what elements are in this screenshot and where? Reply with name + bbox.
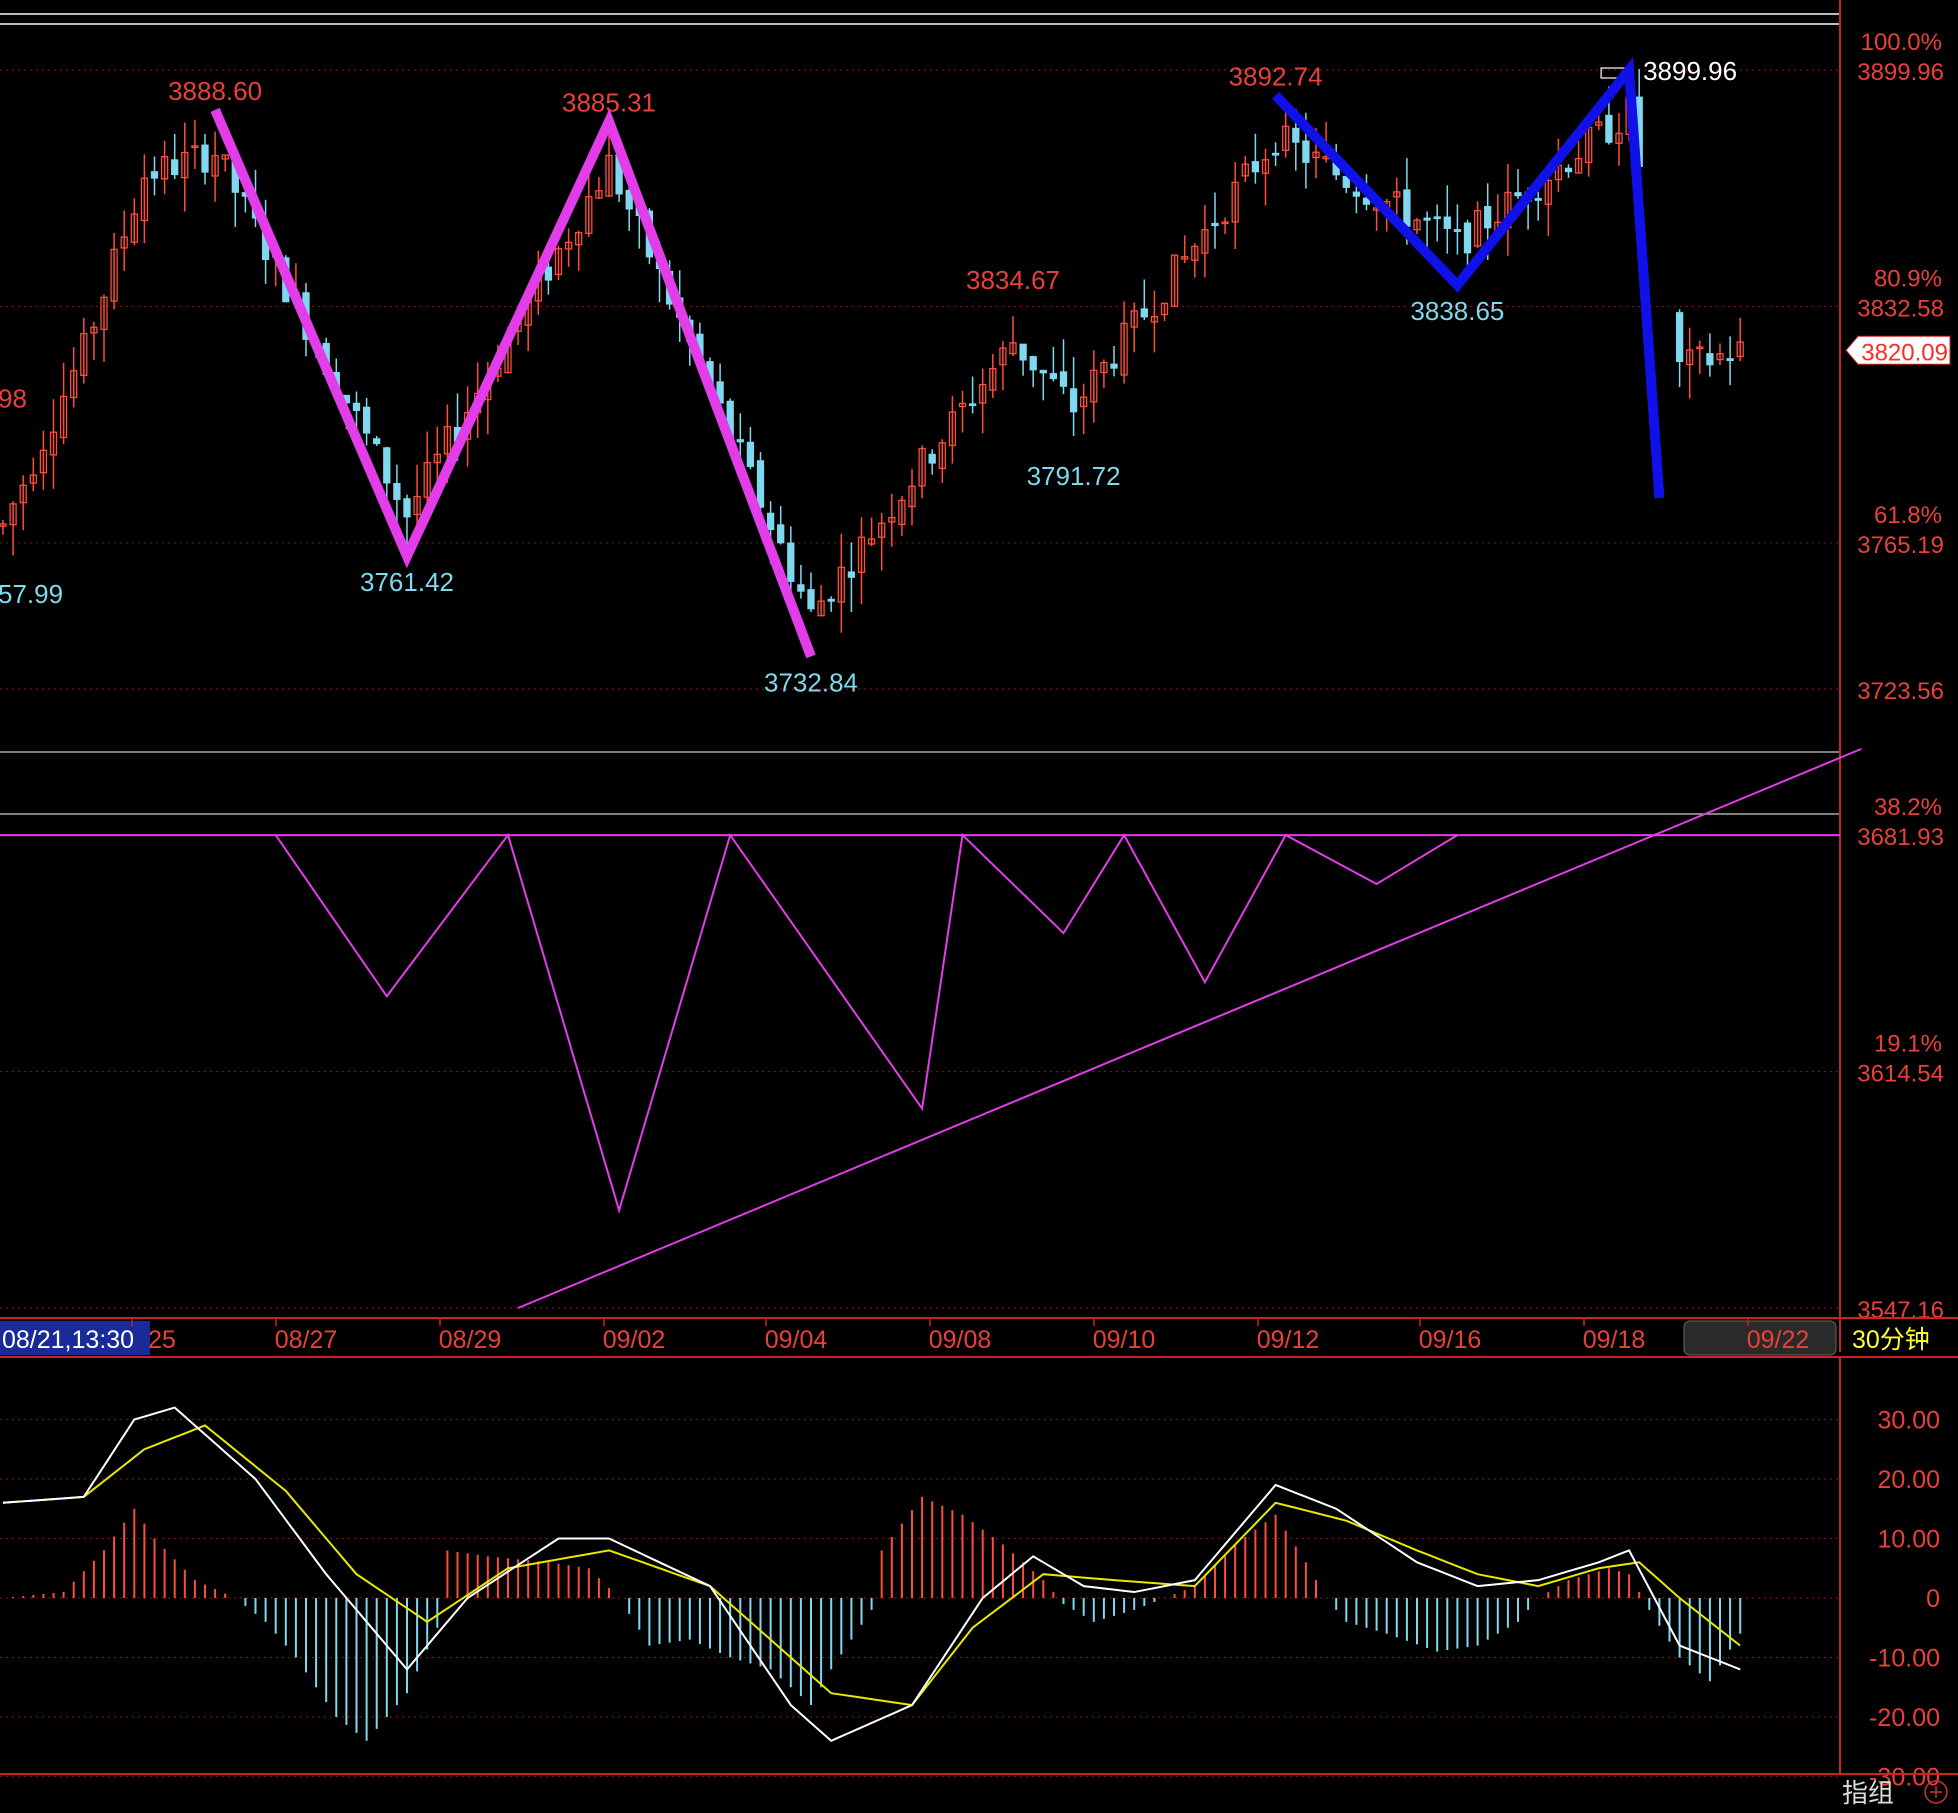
pivot-label: 3892.74 — [1229, 61, 1323, 91]
candle-body — [150, 171, 159, 179]
candle-body — [403, 498, 411, 518]
candle-body — [1675, 312, 1684, 363]
candle-body — [544, 266, 553, 281]
price-level-value: 3547.16 — [1857, 1297, 1944, 1324]
candle-body — [1110, 363, 1118, 369]
candle-body — [1019, 343, 1027, 361]
candle-body — [968, 403, 977, 407]
x-tick-label: 08/29 — [439, 1326, 502, 1354]
price-level-percent: 61.8% — [1874, 502, 1942, 529]
pivot-label: 3899.96 — [1643, 56, 1737, 86]
timeframe-label: 30分钟 — [1852, 1326, 1930, 1354]
candle-body — [807, 589, 815, 610]
candle-body — [1443, 216, 1451, 229]
x-tick-label: 25 — [148, 1326, 176, 1354]
candle-body — [1292, 127, 1300, 143]
pivot-label: 3838.65 — [1410, 296, 1504, 326]
candle-body — [1403, 189, 1411, 227]
candle-body — [1211, 222, 1219, 227]
x-tick-label: 09/18 — [1583, 1326, 1646, 1354]
candle-body — [1251, 161, 1260, 173]
price-level-value: 3832.58 — [1857, 295, 1944, 322]
macd-tick-label: 0 — [1926, 1585, 1940, 1613]
price-level-value: 3681.93 — [1857, 824, 1944, 851]
candle-body — [1726, 358, 1734, 362]
candle-body — [756, 460, 765, 508]
indicator-group-label: 指组 — [1842, 1778, 1894, 1808]
candle-body — [1059, 371, 1068, 387]
chart-root: 100.0% 3899.96 80.9% 3832.58 61.8% 3765.19 372… — [0, 0, 1958, 1808]
pivot-label: 57.99 — [0, 579, 63, 609]
candle-body — [171, 159, 179, 176]
macd-tick-label: 10.00 — [1877, 1526, 1940, 1554]
current-price-label: 3820.09 — [1861, 339, 1948, 366]
x-tick-label: 08/27 — [275, 1326, 338, 1354]
pivot-label: 3732.84 — [764, 667, 858, 697]
x-start-label: 08/21,13:30 — [2, 1326, 134, 1354]
candle-body — [1271, 152, 1280, 156]
stock-chart-svg[interactable]: 100.0% 3899.96 80.9% 3832.58 61.8% 3765.19 372… — [0, 0, 1958, 1808]
price-level-value: 3899.96 — [1857, 59, 1944, 86]
candle-body — [201, 144, 209, 173]
price-level-percent: 19.1% — [1874, 1031, 1942, 1058]
x-tick-label: 09/12 — [1257, 1326, 1320, 1354]
candle-body — [1029, 356, 1037, 371]
candle-body — [827, 598, 835, 602]
pivot-label: 3834.67 — [966, 265, 1060, 295]
pivot-label: 3888.60 — [168, 76, 262, 106]
price-level-percent: 100.0% — [1861, 29, 1942, 56]
x-tick-label: 09/16 — [1419, 1326, 1482, 1354]
x-tick-label: 09/10 — [1093, 1326, 1156, 1354]
macd-tick-label: 30.00 — [1877, 1407, 1940, 1435]
x-tick-label: 09/02 — [603, 1326, 666, 1354]
price-level-value: 3765.19 — [1857, 532, 1944, 559]
macd-tick-label: -10.00 — [1869, 1645, 1940, 1673]
macd-tick-label: 20.00 — [1877, 1466, 1940, 1494]
candle-body — [787, 542, 795, 582]
candle-body — [928, 453, 936, 464]
candle-body — [1453, 229, 1462, 232]
candle-body — [1039, 369, 1047, 374]
candle-body — [746, 441, 755, 467]
candle-body — [777, 524, 785, 544]
candle-body — [1564, 167, 1573, 173]
candle-body — [847, 571, 856, 578]
candle-body — [797, 584, 805, 592]
price-level-percent: 38.2% — [1874, 794, 1942, 821]
pivot-label: 3761.42 — [360, 567, 454, 597]
candle-body — [1423, 217, 1431, 221]
pivot-label: 98 — [0, 383, 27, 413]
candle-body — [362, 406, 371, 434]
candle-body — [1352, 191, 1361, 197]
candle-body — [1140, 308, 1148, 318]
candle-body — [1463, 222, 1472, 254]
candle-body — [1433, 216, 1441, 220]
price-level-percent: 80.9% — [1874, 265, 1942, 292]
candle-body — [1302, 140, 1310, 163]
candle-body — [1605, 114, 1613, 143]
candle-body — [352, 402, 361, 412]
x-tick-label: 09/22 — [1747, 1326, 1810, 1354]
candle-body — [1534, 198, 1542, 201]
x-tick-label: 09/04 — [765, 1326, 828, 1354]
candle-body — [373, 438, 381, 445]
candle-body — [1706, 353, 1714, 366]
candle-body — [393, 483, 401, 500]
x-tick-label: 09/08 — [929, 1326, 992, 1354]
candle-body — [766, 512, 775, 531]
candle-body — [1049, 373, 1058, 380]
candle-body — [383, 447, 391, 484]
price-level-value: 3723.56 — [1857, 678, 1944, 705]
pivot-label: 3791.72 — [1027, 461, 1121, 491]
candle-body — [1069, 388, 1078, 413]
candle-body — [736, 439, 744, 443]
price-level-value: 3614.54 — [1857, 1061, 1944, 1088]
macd-tick-label: -20.00 — [1869, 1704, 1940, 1732]
candle-body — [1484, 205, 1492, 229]
candle-body — [1514, 192, 1522, 197]
